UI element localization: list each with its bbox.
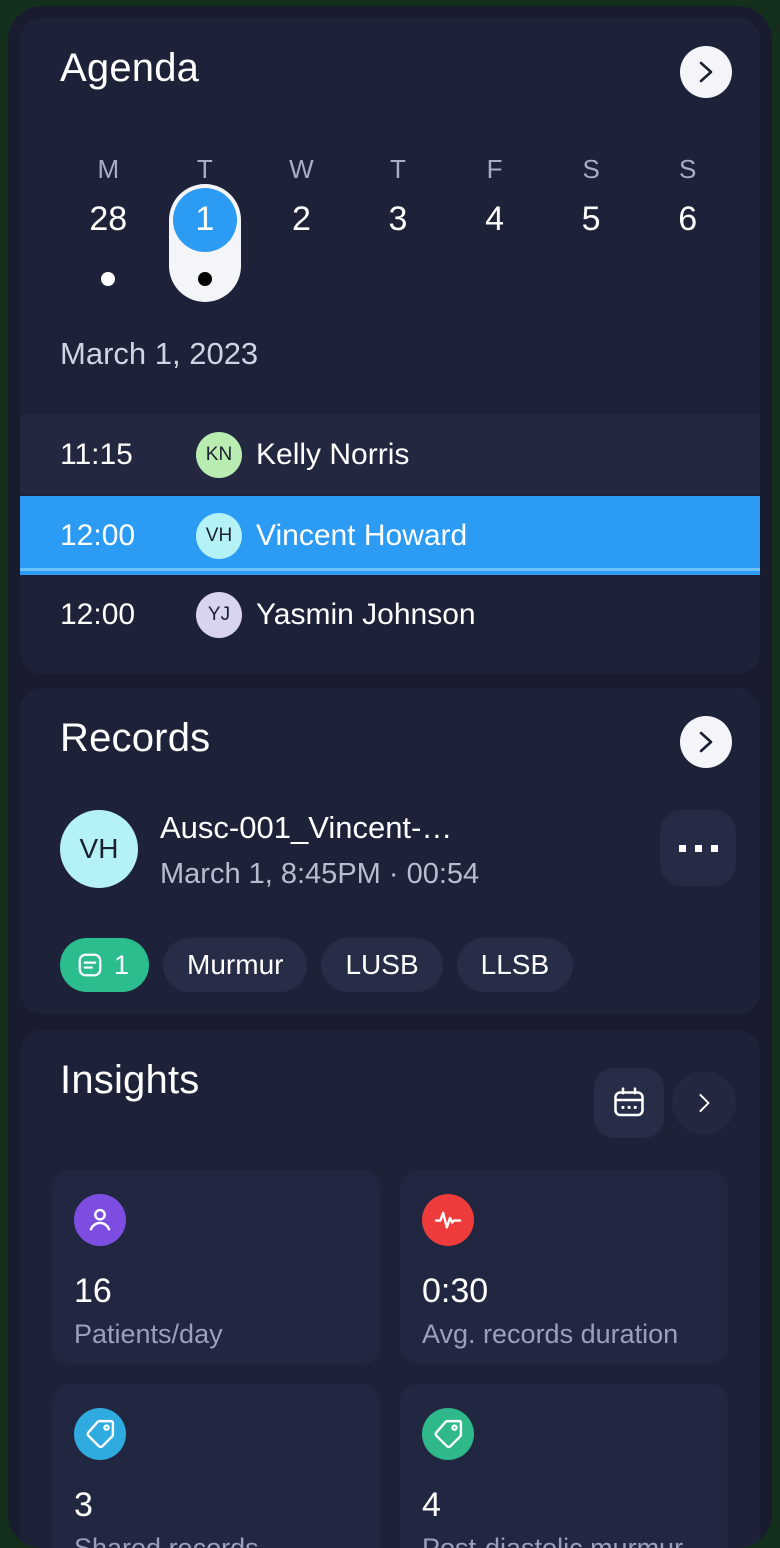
- chevron-right-icon: [699, 731, 713, 753]
- insights-header: Insights: [20, 1030, 760, 1138]
- record-item[interactable]: VH Ausc-001_Vincent-… March 1, 8:45PM · …: [60, 810, 736, 898]
- insight-value: 4: [422, 1486, 441, 1524]
- person-icon: [74, 1194, 126, 1246]
- record-note-badge[interactable]: 1: [60, 938, 150, 992]
- appointment-row[interactable]: 12:00 YJ Yasmin Johnson: [20, 575, 760, 654]
- more-horizontal-icon: [694, 844, 702, 852]
- week-strip: M 28 T 1 W 2 T 3 F 4 S 5 S 6: [60, 140, 736, 310]
- event-dot: [101, 272, 116, 286]
- week-day-28[interactable]: M 28: [60, 140, 156, 310]
- appointment-row[interactable]: 11:15 KN Kelly Norris: [20, 415, 760, 494]
- insight-tile[interactable]: 16 Patients/day: [52, 1170, 380, 1364]
- insight-value: 3: [74, 1486, 93, 1524]
- appointment-time: 11:15: [60, 437, 133, 471]
- weekday-label: S: [582, 154, 600, 184]
- insight-tile[interactable]: 0:30 Avg. records duration: [400, 1170, 728, 1364]
- selected-date-label: March 1, 2023: [60, 336, 259, 371]
- more-horizontal-icon: [710, 844, 718, 852]
- agenda-title: Agenda: [60, 46, 200, 90]
- tag-icon: [74, 1408, 126, 1460]
- insights-header-actions: [594, 1068, 736, 1138]
- record-note-count: 1: [114, 949, 130, 980]
- avatar: VH: [60, 810, 138, 888]
- week-day-1[interactable]: T1: [157, 140, 253, 310]
- record-tag[interactable]: LLSB: [456, 938, 574, 992]
- avatar: KN: [196, 431, 242, 478]
- record-tag[interactable]: Murmur: [163, 938, 308, 992]
- records-header: Records: [20, 688, 760, 792]
- appointment-patient-name: Kelly Norris: [256, 437, 410, 471]
- chevron-right-icon: [699, 1093, 710, 1113]
- weekday-label: W: [289, 154, 314, 184]
- insights-forward-button[interactable]: [672, 1071, 736, 1135]
- agenda-forward-button[interactable]: [680, 46, 732, 98]
- phone-frame: Agenda M 28 T 1 W 2 T 3 F 4 S 5 S 6 March 1, 2023 11:…: [8, 6, 772, 1548]
- weekday-label: T: [390, 154, 406, 184]
- insight-value: 16: [74, 1272, 112, 1310]
- week-day-4[interactable]: F4: [447, 140, 543, 310]
- record-more-button[interactable]: [660, 810, 736, 886]
- insight-tile[interactable]: 4 Post-diastolic murmur: [400, 1384, 728, 1548]
- event-dot: [197, 272, 212, 286]
- agenda-card: Agenda M 28 T 1 W 2 T 3 F 4 S 5 S 6 March 1, 2023 11:…: [20, 18, 760, 674]
- insight-tile[interactable]: 3 Shared records: [52, 1384, 380, 1548]
- day-number: 2: [291, 200, 311, 238]
- app-screen: Agenda M 28 T 1 W 2 T 3 F 4 S 5 S 6 March 1, 2023 11:…: [8, 6, 772, 1548]
- record-tag-row: 1 Murmur LUSB LLSB: [60, 938, 574, 992]
- day-number: 5: [581, 200, 601, 238]
- day-number: 4: [485, 200, 505, 238]
- record-meta: March 1, 8:45PM · 00:54: [160, 858, 480, 890]
- day-number: 6: [678, 200, 698, 238]
- week-day-5[interactable]: S5: [543, 140, 639, 310]
- insight-label: Patients/day: [74, 1319, 223, 1349]
- records-forward-button[interactable]: [680, 716, 732, 768]
- tag-icon: [422, 1408, 474, 1460]
- calendar-icon: [614, 1087, 644, 1117]
- day-number: 28: [89, 200, 128, 238]
- insight-label: Shared records: [74, 1533, 259, 1548]
- avatar: YJ: [196, 591, 242, 638]
- appointment-time: 12:00: [60, 597, 136, 631]
- insights-card: Insights 16 Patients/day 0:30 Avg. recor…: [20, 1030, 760, 1548]
- records-card: Records VH Ausc-001_Vincent-… March 1, 8…: [20, 688, 760, 1014]
- more-horizontal-icon: [678, 844, 686, 852]
- note-icon: [78, 953, 102, 977]
- week-day-2[interactable]: W2: [253, 140, 349, 310]
- record-filename: Ausc-001_Vincent-…: [160, 810, 453, 845]
- insights-title: Insights: [60, 1058, 200, 1102]
- weekday-label: S: [679, 154, 697, 184]
- heartbeat-icon: [422, 1194, 474, 1246]
- day-number: 3: [388, 200, 408, 238]
- appointment-patient-name: Yasmin Johnson: [256, 597, 476, 631]
- avatar: VH: [196, 512, 242, 559]
- insights-calendar-button[interactable]: [594, 1068, 664, 1138]
- weekday-label: T: [196, 154, 213, 184]
- record-tag[interactable]: LUSB: [321, 938, 443, 992]
- insight-value: 0:30: [422, 1272, 489, 1310]
- chevron-right-icon: [699, 61, 713, 83]
- insight-label: Post-diastolic murmur: [422, 1533, 684, 1548]
- appointment-row[interactable]: 12:00 VH Vincent Howard: [20, 496, 760, 575]
- week-day-3[interactable]: T3: [350, 140, 446, 310]
- appointment-patient-name: Vincent Howard: [256, 518, 468, 552]
- weekday-label: M: [97, 154, 120, 184]
- week-day-6[interactable]: S6: [640, 140, 736, 310]
- agenda-header: Agenda: [20, 18, 760, 122]
- day-number: 1: [195, 200, 215, 238]
- insight-label: Avg. records duration: [422, 1319, 679, 1349]
- records-title: Records: [60, 716, 211, 760]
- appointment-time: 12:00: [60, 518, 136, 552]
- weekday-label: F: [486, 154, 503, 184]
